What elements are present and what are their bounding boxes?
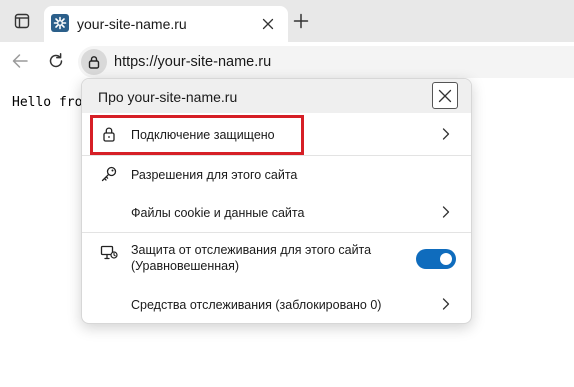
new-tab-button[interactable] [288,8,314,34]
page-body-text: Hello from [12,95,91,110]
tab-actions-button[interactable] [0,0,44,42]
site-permissions-label: Разрешения для этого сайта [131,168,298,182]
tracking-prevention-toggle[interactable] [416,249,456,269]
cookies-site-data-item[interactable]: Файлы cookie и данные сайта [82,192,471,232]
site-favicon-icon [51,14,69,32]
flyout-close-button[interactable] [432,82,458,109]
cookies-site-data-label: Файлы cookie и данные сайта [131,206,305,220]
plus-icon [293,13,309,29]
flyout-title: Про your-site-name.ru [98,89,238,105]
tracking-icon [100,244,118,262]
chevron-right-icon [440,205,452,219]
address-bar[interactable]: https://your-site-name.ru [78,46,574,78]
lock-icon [88,56,100,69]
close-icon [262,18,274,30]
close-icon [438,89,452,102]
chevron-right-icon [440,297,452,311]
arrow-left-icon [12,54,28,68]
tracking-prevention-label: Защита от отслеживания для этого сайта (… [131,243,372,273]
tab-strip: your-site-name.ru [0,0,574,42]
tracking-prevention-item: Защита от отслеживания для этого сайта (… [82,233,471,283]
tab-title: your-site-name.ru [77,16,187,32]
browser-toolbar: https://your-site-name.ru [0,42,574,80]
chevron-right-icon [440,127,452,141]
reload-button[interactable] [42,47,70,75]
trackers-blocked-label: Средства отслеживания (заблокировано 0) [131,298,382,312]
toggle-knob [440,253,452,265]
key-icon [100,165,118,183]
browser-tab[interactable]: your-site-name.ru [44,6,288,42]
site-info-button[interactable] [81,49,107,75]
close-tab-button[interactable] [258,14,278,34]
back-button[interactable] [6,47,34,75]
highlight-box [90,115,304,155]
site-permissions-item[interactable]: Разрешения для этого сайта [82,156,471,192]
url-text: https://your-site-name.ru [114,54,272,70]
reload-icon [49,53,63,68]
flyout-header: Про your-site-name.ru [82,79,471,113]
trackers-blocked-item[interactable]: Средства отслеживания (заблокировано 0) [82,283,471,323]
tab-actions-icon [14,13,30,29]
